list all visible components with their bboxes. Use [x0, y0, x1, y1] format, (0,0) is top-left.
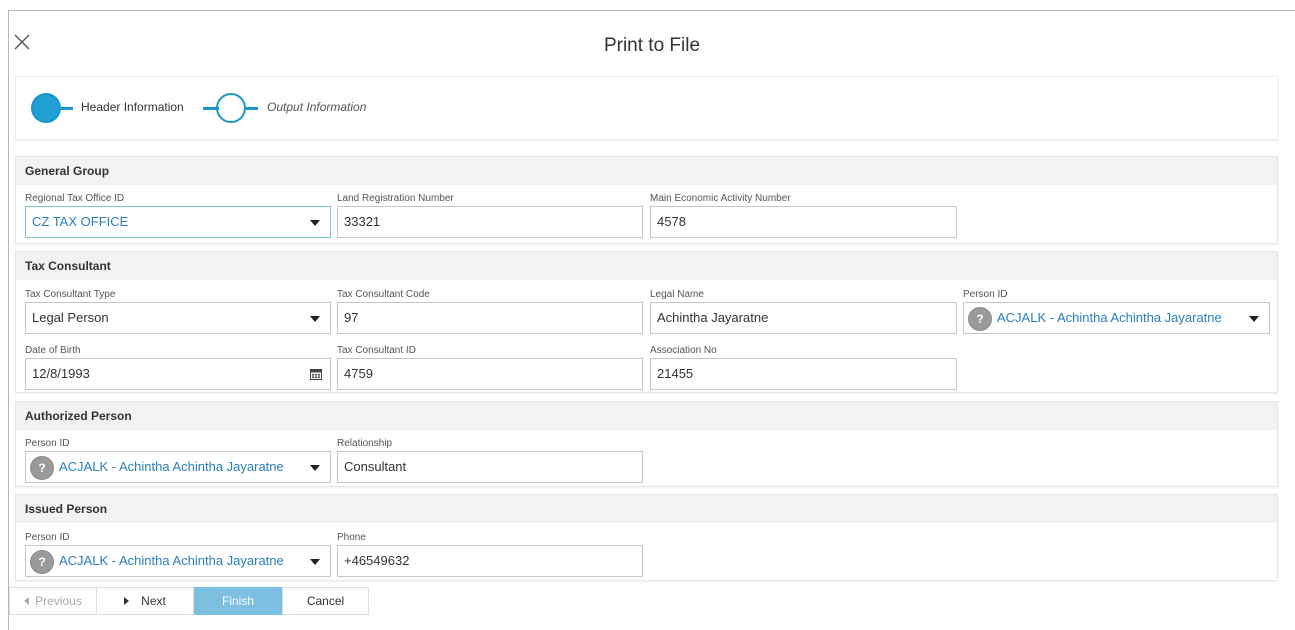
- field-label: Land Registration Number: [337, 193, 454, 204]
- section-title: Issued Person: [16, 495, 1277, 523]
- field-label: Association No: [650, 345, 717, 356]
- legal-name-input[interactable]: Achintha Jayaratne: [650, 302, 957, 334]
- main-economic-activity-input[interactable]: 4578: [650, 206, 957, 238]
- dialog-header: Print to File: [9, 11, 1295, 73]
- step-circle-output-information[interactable]: [216, 93, 246, 123]
- triangle-left-icon: [24, 596, 30, 605]
- field-label: Person ID: [25, 532, 70, 543]
- dialog-title: Print to File: [603, 35, 701, 56]
- next-label: Next: [141, 594, 166, 608]
- field-label: Phone: [337, 532, 366, 543]
- date-of-birth-field: Date of Birth 12/8/1993: [25, 344, 331, 390]
- relationship-input[interactable]: Consultant: [337, 451, 643, 483]
- question-mark-icon: ?: [976, 312, 984, 326]
- relationship-field: Relationship Consultant: [337, 437, 643, 483]
- step-label-header-information[interactable]: Header Information: [81, 100, 184, 114]
- tax-consultant-section: Tax Consultant Tax Consultant Type Legal…: [15, 251, 1278, 393]
- field-label: Person ID: [963, 289, 1008, 300]
- avatar-icon: ?: [30, 456, 54, 480]
- field-label: Relationship: [337, 438, 393, 449]
- step-connector: [61, 107, 73, 110]
- section-title: General Group: [16, 157, 1277, 185]
- step-circle-header-information[interactable]: [31, 93, 61, 123]
- field-label: Regional Tax Office ID: [25, 193, 125, 204]
- triangle-right-icon: [124, 596, 130, 605]
- section-title: Authorized Person: [16, 402, 1277, 430]
- tax-consultant-id-input[interactable]: 4759: [337, 358, 643, 390]
- chevron-down-icon[interactable]: [310, 559, 320, 565]
- previous-button[interactable]: Previous: [9, 587, 97, 615]
- section-title: Tax Consultant: [16, 252, 1277, 280]
- select-value: Legal Person: [32, 310, 109, 325]
- authorized-person-id-field: Person ID ? ACJALK - Achintha Achintha J…: [25, 437, 331, 483]
- select-value: ACJALK - Achintha Achintha Jayaratne: [997, 310, 1222, 325]
- step-label-output-information[interactable]: Output Information: [267, 100, 366, 114]
- field-label: Person ID: [25, 438, 70, 449]
- chevron-down-icon[interactable]: [310, 465, 320, 471]
- issued-person-section: Issued Person Person ID ? ACJALK - Achin…: [15, 494, 1278, 581]
- previous-label: Previous: [35, 594, 82, 608]
- tax-consultant-code-field: Tax Consultant Code 97: [337, 288, 643, 334]
- tax-consultant-type-select[interactable]: Legal Person: [25, 302, 331, 334]
- finish-button[interactable]: Finish: [194, 587, 282, 615]
- cancel-button[interactable]: Cancel: [282, 587, 369, 615]
- phone-input[interactable]: +46549632: [337, 545, 643, 577]
- question-mark-icon: ?: [38, 555, 46, 569]
- person-id-select[interactable]: ? ACJALK - Achintha Achintha Jayaratne: [25, 451, 331, 483]
- tax-consultant-id-field: Tax Consultant ID 4759: [337, 344, 643, 390]
- tax-consultant-person-id-field: Person ID ? ACJALK - Achintha Achintha J…: [963, 288, 1270, 334]
- chevron-down-icon[interactable]: [310, 316, 320, 322]
- avatar-icon: ?: [968, 307, 992, 331]
- tax-consultant-code-input[interactable]: 97: [337, 302, 643, 334]
- field-label: Legal Name: [650, 289, 704, 300]
- field-label: Tax Consultant Code: [337, 289, 430, 300]
- chevron-down-icon[interactable]: [310, 220, 320, 226]
- land-registration-input[interactable]: 33321: [337, 206, 643, 238]
- person-id-select[interactable]: ? ACJALK - Achintha Achintha Jayaratne: [25, 545, 331, 577]
- phone-field: Phone +46549632: [337, 531, 643, 577]
- field-label: Main Economic Activity Number: [650, 193, 791, 204]
- date-value: 12/8/1993: [32, 366, 90, 381]
- select-value: ACJALK - Achintha Achintha Jayaratne: [59, 459, 284, 474]
- next-button[interactable]: Next: [96, 587, 194, 615]
- association-no-input[interactable]: 21455: [650, 358, 957, 390]
- regional-tax-office-select[interactable]: CZ TAX OFFICE: [25, 206, 331, 238]
- issued-person-id-field: Person ID ? ACJALK - Achintha Achintha J…: [25, 531, 331, 577]
- legal-name-field: Legal Name Achintha Jayaratne: [650, 288, 957, 334]
- select-value: CZ TAX OFFICE: [32, 214, 129, 229]
- association-no-field: Association No 21455: [650, 344, 957, 390]
- date-of-birth-input[interactable]: 12/8/1993: [25, 358, 331, 390]
- authorized-person-section: Authorized Person Person ID ? ACJALK - A…: [15, 401, 1278, 487]
- field-label: Date of Birth: [25, 345, 81, 356]
- regional-tax-office-field: Regional Tax Office ID CZ TAX OFFICE: [25, 192, 331, 238]
- avatar-icon: ?: [30, 550, 54, 574]
- chevron-down-icon[interactable]: [1249, 316, 1259, 322]
- calendar-icon[interactable]: [310, 368, 322, 380]
- tax-consultant-type-field: Tax Consultant Type Legal Person: [25, 288, 331, 334]
- select-value: ACJALK - Achintha Achintha Jayaratne: [59, 553, 284, 568]
- wizard-steps: Header Information Output Information: [15, 76, 1278, 140]
- step-connector: [246, 107, 258, 110]
- person-id-select[interactable]: ? ACJALK - Achintha Achintha Jayaratne: [963, 302, 1270, 334]
- field-label: Tax Consultant Type: [25, 289, 116, 300]
- general-group-section: General Group Regional Tax Office ID CZ …: [15, 156, 1278, 244]
- question-mark-icon: ?: [38, 461, 46, 475]
- field-label: Tax Consultant ID: [337, 345, 416, 356]
- land-registration-field: Land Registration Number 33321: [337, 192, 643, 238]
- main-economic-activity-field: Main Economic Activity Number 4578: [650, 192, 957, 238]
